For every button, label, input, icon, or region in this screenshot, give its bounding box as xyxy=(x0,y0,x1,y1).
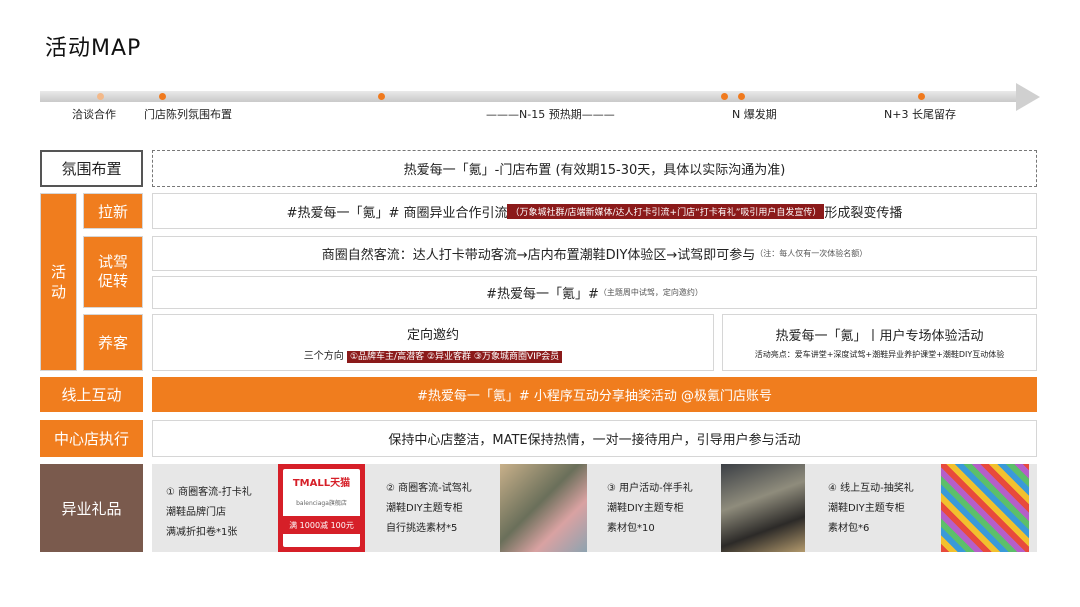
gift-line: 满减折扣卷*1张 xyxy=(166,527,238,538)
gift-item: ④ 线上互动-抽奖礼 潮鞋DIY主题专柜 素材包*6 xyxy=(828,479,914,539)
shijia-line2: #热爱每一「氪」# （主题周中试驾，定向邀约） xyxy=(152,276,1037,309)
coupon-offer: 满 1000减 100元 xyxy=(283,516,360,534)
shijia-line1-text: 商圈自然客流：达人打卡带动客流→店内布置潮鞋DIY体验区→试驾即可参与 xyxy=(321,248,756,263)
laxin-text-post: 形成裂变传播 xyxy=(824,205,903,221)
laxin-content: #热爱每一「氪」# 商圈异业合作引流 （万象城社群/店端新媒体/达人打卡引流+门… xyxy=(152,193,1037,229)
center-content: 保持中心店整洁，MATE保持热情，一对一接待用户，引导用户参与活动 xyxy=(152,420,1037,457)
gift-title: ① 商圈客流-打卡礼 xyxy=(166,487,252,498)
gift-bag-photo xyxy=(721,464,805,552)
row-label-center: 中心店执行 xyxy=(40,420,143,457)
yangke-left-title: 定向邀约 xyxy=(406,327,459,343)
shijia-line2-text: #热爱每一「氪」# xyxy=(486,287,599,302)
yangke-right: 热爱每一「氪」丨用户专场体验活动 活动亮点：爱车讲堂+深度试驾+潮鞋异业养护课堂… xyxy=(722,314,1037,371)
row-label-laxin: 拉新 xyxy=(83,193,143,229)
yangke-right-title: 热爱每一「氪」丨用户专场体验活动 xyxy=(775,329,984,344)
material-pack-photo xyxy=(941,464,1029,552)
row-label-activity: 活 动 xyxy=(40,193,77,371)
laxin-highlight: （万象城社群/店端新媒体/达人打卡引流+门店“打卡有礼”吸引用户自发宣传） xyxy=(507,203,825,219)
gift-line: 潮鞋DIY主题专柜 xyxy=(828,503,905,514)
timeline-label: ———N-15 预热期——— xyxy=(486,108,615,121)
gift-title: ④ 线上互动-抽奖礼 xyxy=(828,483,914,494)
atmosphere-content: 热爱每一「氪」-门店布置 (有效期15-30天，具体以实际沟通为准) xyxy=(152,150,1037,187)
timeline-bar xyxy=(40,91,1018,102)
row-label-shijia: 试驾 促转 xyxy=(83,236,143,308)
timeline-label: 洽谈合作 xyxy=(72,108,116,121)
timeline-dot xyxy=(378,93,385,100)
diy-materials-photo xyxy=(500,464,587,552)
shijia-line1: 商圈自然客流：达人打卡带动客流→店内布置潮鞋DIY体验区→试驾即可参与 （注：每… xyxy=(152,236,1037,271)
row-label-atmosphere: 氛围布置 xyxy=(40,150,143,187)
coupon-store: balenciaga旗舰店 xyxy=(296,500,347,507)
timeline-dot xyxy=(738,93,745,100)
gift-line: 潮鞋DIY主题专柜 xyxy=(607,503,684,514)
online-content: #热爱每一「氪」# 小程序互动分享抽奖活动 @极氪门店账号 xyxy=(152,377,1037,412)
page-title: 活动MAP xyxy=(45,36,142,61)
gift-line: 素材包*10 xyxy=(607,523,655,534)
timeline-dot xyxy=(159,93,166,100)
gift-title: ③ 用户活动-伴手礼 xyxy=(607,483,693,494)
timeline-label: N 爆发期 xyxy=(732,108,777,121)
yangke-right-sub: 活动亮点：爱车讲堂+深度试驾+潮鞋异业养护课堂+潮鞋DIY互动体验 xyxy=(754,350,1005,359)
gift-line: 潮鞋品牌门店 xyxy=(166,507,226,518)
shijia-line2-note: （主题周中试驾，定向邀约） xyxy=(598,288,703,297)
timeline-dot xyxy=(97,93,104,100)
gift-item: ① 商圈客流-打卡礼 潮鞋品牌门店 满减折扣卷*1张 xyxy=(166,483,252,543)
coupon-image: TMALL天猫 balenciaga旗舰店 满 1000减 100元 xyxy=(278,464,365,552)
gift-line: 素材包*6 xyxy=(828,523,870,534)
gift-title: ② 商圈客流-试驾礼 xyxy=(386,483,472,494)
gift-line: 潮鞋DIY主题专柜 xyxy=(386,503,463,514)
yangke-left-highlight: ①品牌车主/高潜客 ②异业客群 ③万象城商圈VIP会员 xyxy=(346,350,563,363)
gift-item: ② 商圈客流-试驾礼 潮鞋DIY主题专柜 自行挑选素材*5 xyxy=(386,479,472,539)
row-label-gifts: 异业礼品 xyxy=(40,464,143,552)
row-label-yangke: 养客 xyxy=(83,314,143,371)
laxin-text: #热爱每一「氪」# 商圈异业合作引流 xyxy=(286,205,508,221)
yangke-left-pre: 三个方向 xyxy=(303,350,344,362)
gift-item: ③ 用户活动-伴手礼 潮鞋DIY主题专柜 素材包*10 xyxy=(607,479,693,539)
coupon-brand: TMALL天猫 xyxy=(292,478,351,489)
timeline-label: N+3 长尾留存 xyxy=(884,108,956,121)
timeline-dot xyxy=(918,93,925,100)
gift-line: 自行挑选素材*5 xyxy=(386,523,458,534)
shijia-line1-note: （注：每人仅有一次体验名额） xyxy=(755,249,868,258)
timeline-label: 门店陈列氛围布置 xyxy=(144,108,232,121)
timeline-dot xyxy=(721,93,728,100)
timeline-arrow-icon xyxy=(1016,83,1040,111)
yangke-left: 定向邀约 三个方向 ①品牌车主/高潜客 ②异业客群 ③万象城商圈VIP会员 xyxy=(152,314,714,371)
row-label-online: 线上互动 xyxy=(40,377,143,412)
